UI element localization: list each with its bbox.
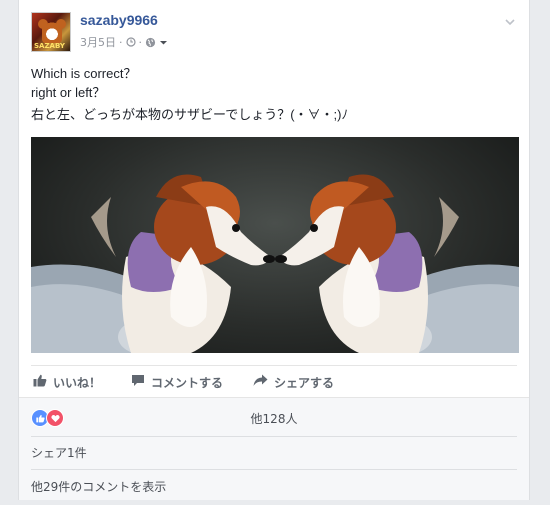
avatar-text: SAZABY bbox=[34, 42, 65, 50]
dog-photo-left bbox=[31, 174, 275, 353]
avatar[interactable]: SAZABY bbox=[31, 12, 71, 52]
comment-icon bbox=[131, 374, 145, 390]
share-label: シェアする bbox=[274, 375, 335, 390]
author-name[interactable]: sazaby9966 bbox=[80, 12, 158, 28]
chevron-down-icon[interactable] bbox=[503, 14, 517, 28]
share-button[interactable]: シェアする bbox=[253, 374, 334, 391]
share-count-row: シェア1件 bbox=[31, 436, 517, 470]
post-text-line: Which is correct？ bbox=[31, 66, 137, 81]
thumbs-up-icon bbox=[33, 374, 47, 390]
post-text-line: right or left？ bbox=[31, 85, 106, 100]
clock-icon bbox=[125, 37, 136, 47]
comment-button[interactable]: コメントする bbox=[131, 374, 223, 391]
post-text: Which is correct？ right or left？ 右と左、どっち… bbox=[31, 64, 517, 124]
meta-separator: · bbox=[119, 35, 123, 49]
post-text-line: 右と左、どっちが本物のサザビーでしょう？(・∀・;)ﾉ bbox=[31, 107, 348, 122]
post-actions-bar: いいね！ コメントする シェアする bbox=[31, 365, 517, 398]
post-photo[interactable] bbox=[31, 137, 519, 353]
share-arrow-icon bbox=[253, 374, 268, 390]
avatar-dog-face bbox=[42, 21, 62, 43]
comment-label: コメントする bbox=[151, 375, 224, 390]
audience-dropdown-icon[interactable] bbox=[159, 38, 168, 47]
post-date[interactable]: 3月5日 bbox=[80, 34, 116, 50]
view-more-comments-link[interactable]: 他29件のコメントを表示 bbox=[31, 480, 166, 494]
meta-separator-2: · bbox=[138, 35, 143, 49]
like-button[interactable]: いいね！ bbox=[33, 374, 101, 391]
like-label: いいね！ bbox=[53, 375, 102, 390]
reaction-count[interactable]: 他128人 bbox=[31, 410, 517, 427]
post-meta: 3月5日 · · bbox=[80, 34, 168, 50]
view-comments-row: 他29件のコメントを表示 bbox=[31, 469, 517, 503]
post-footer: 他128人 シェア1件 他29件のコメントを表示 bbox=[19, 397, 529, 500]
reactions-summary: 他128人 bbox=[31, 406, 517, 430]
globe-icon[interactable] bbox=[145, 37, 156, 48]
post-card: SAZABY sazaby9966 3月5日 · · Which is corr… bbox=[18, 0, 530, 500]
share-count[interactable]: シェア1件 bbox=[31, 446, 87, 460]
post-header: SAZABY sazaby9966 3月5日 · · bbox=[31, 12, 517, 56]
dog-photo-right bbox=[275, 174, 519, 353]
